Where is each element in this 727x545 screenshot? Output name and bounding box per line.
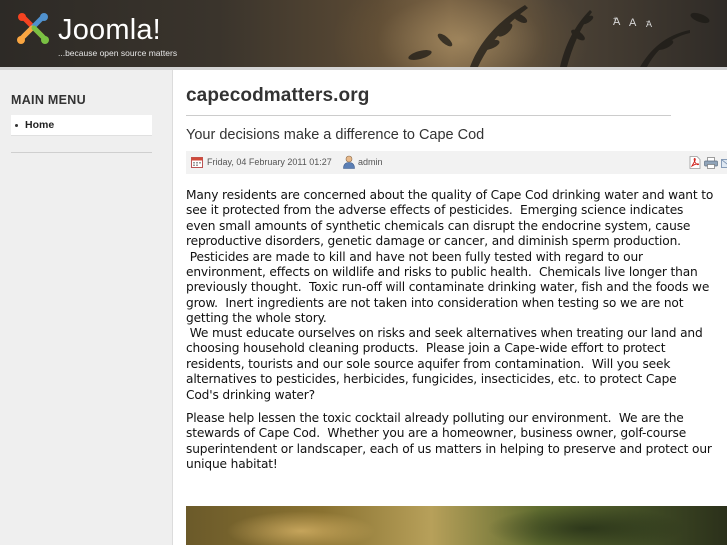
font-increase-button[interactable]: A + (613, 16, 621, 29)
page-title: capecodmatters.org (186, 85, 370, 106)
article-paragraph: Many residents are concerned about the q… (186, 188, 714, 326)
page: Joomla! ...because open source matters A… (0, 0, 727, 545)
logo-text: Joomla! (58, 14, 161, 46)
article-paragraph: We must educate ourselves on risks and s… (186, 326, 703, 402)
sidebar-item-label: Home (25, 119, 55, 131)
logo-tagline: ...because open source matters (58, 48, 178, 58)
sidebar-item-home[interactable]: Home (11, 115, 152, 136)
bullet-icon (15, 124, 18, 127)
article-meta-bar: Friday, 04 February 2011 01:27 admin (186, 151, 727, 174)
article-image (186, 506, 727, 545)
main-content: capecodmatters.org Your decisions make a… (186, 70, 727, 545)
font-size-controls: A + A A- (612, 15, 662, 33)
user-icon (343, 155, 355, 169)
font-decrease-button[interactable]: A- (646, 19, 652, 30)
main-menu-title: MAIN MENU (11, 93, 86, 107)
title-divider (186, 115, 671, 116)
joomla-logo-icon (17, 13, 49, 44)
image-shadow (486, 506, 686, 545)
sidebar: MAIN MENU Home (0, 70, 173, 545)
header: Joomla! ...because open source matters A… (0, 0, 727, 67)
sidebar-divider (11, 152, 152, 153)
image-highlight (226, 511, 376, 545)
article-title[interactable]: Your decisions make a difference to Cape… (186, 127, 484, 143)
article-body: Many residents are concerned about the q… (186, 188, 727, 473)
article-date: Friday, 04 February 2011 01:27 (207, 157, 332, 167)
font-decrease-label: A (646, 19, 653, 29)
font-increase-label: A (613, 16, 621, 28)
joomla-logo[interactable]: Joomla! ...because open source matters (14, 10, 214, 62)
calendar-icon (191, 157, 203, 168)
pdf-icon[interactable] (689, 156, 701, 169)
article-author: admin (358, 157, 383, 167)
main-menu-list: Home (11, 115, 152, 136)
print-icon[interactable] (704, 157, 718, 169)
email-icon[interactable] (721, 157, 727, 169)
font-reset-button[interactable]: A (629, 17, 636, 29)
article-paragraph: Please help lessen the toxic cocktail al… (186, 411, 712, 472)
